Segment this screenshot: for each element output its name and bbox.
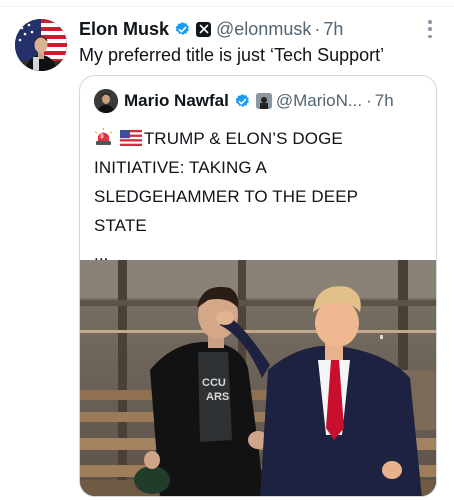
post-time[interactable]: 7h bbox=[323, 19, 343, 40]
more-options-icon[interactable] bbox=[426, 20, 434, 38]
verified-badge-icon bbox=[175, 21, 189, 35]
quoted-text-line-4: STATE bbox=[94, 216, 147, 235]
quoted-post-photo[interactable]: CCU ARS bbox=[80, 260, 436, 496]
shirt-text-2: ARS bbox=[206, 391, 229, 403]
quoted-post-card[interactable]: Mario Nawfal @MarioN... · 7h TRUMP & ELO… bbox=[79, 75, 437, 497]
post-text: My preferred title is just ‘Tech Support… bbox=[79, 45, 385, 65]
affiliate-badge-icon bbox=[255, 93, 272, 109]
time-separator: · bbox=[314, 18, 321, 39]
verified-badge-icon bbox=[235, 93, 249, 107]
top-divider bbox=[0, 6, 454, 7]
x-logo-icon bbox=[196, 21, 212, 37]
quoted-text-line-1: TRUMP & ELON’S DOGE bbox=[94, 124, 424, 153]
us-flag-emoji-icon bbox=[119, 130, 142, 146]
photo-image: CCU ARS bbox=[80, 260, 436, 496]
quoted-author-handle: @MarioN... bbox=[275, 91, 363, 110]
author-handle[interactable]: @elonmusk bbox=[216, 19, 311, 40]
post-header: Elon Musk @elonmusk · 7h bbox=[79, 18, 343, 40]
quoted-post-header: Mario Nawfal @MarioN... · 7h bbox=[124, 90, 394, 112]
quoted-text-line-2: INITIATIVE: TAKING A bbox=[94, 158, 267, 177]
quoted-post-text: TRUMP & ELON’S DOGE INITIATIVE: TAKING A… bbox=[94, 124, 424, 269]
quoted-post-time: 7h bbox=[374, 91, 394, 110]
quoted-author-avatar bbox=[94, 89, 118, 113]
quoted-text-line-1-text: TRUMP & ELON’S DOGE bbox=[143, 129, 343, 148]
avatar-image bbox=[15, 19, 67, 71]
author-name[interactable]: Elon Musk bbox=[79, 19, 169, 40]
author-avatar[interactable] bbox=[15, 19, 67, 71]
time-separator: · bbox=[366, 91, 372, 110]
quoted-text-line-3: SLEDGEHAMMER TO THE DEEP bbox=[94, 187, 359, 206]
siren-emoji-icon bbox=[94, 128, 113, 145]
quoted-author-name: Mario Nawfal bbox=[124, 91, 229, 110]
shirt-text-1: CCU bbox=[202, 377, 226, 389]
